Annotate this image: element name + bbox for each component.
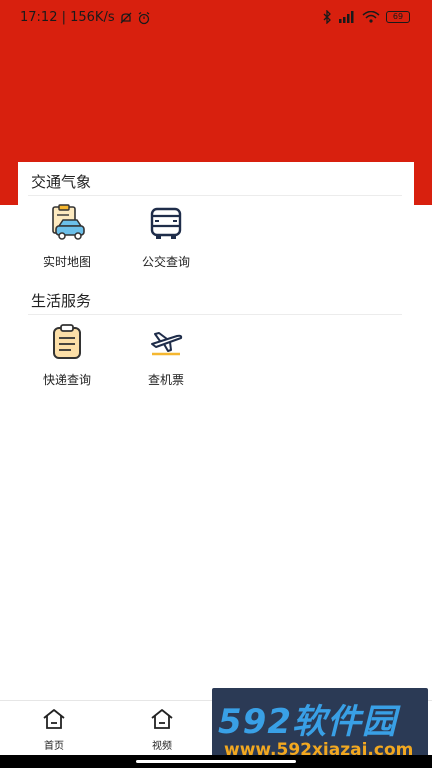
tile-express-query[interactable]: 快递查询 (22, 322, 112, 388)
nav-label: 视频 (152, 741, 172, 752)
section-title-traffic: 交通气象 (31, 173, 92, 191)
map-car-icon (52, 204, 85, 240)
clipboard-icon (53, 324, 81, 359)
airplane-icon (151, 332, 183, 356)
bus-icon (150, 207, 182, 239)
nav-label: 首页 (44, 741, 64, 752)
wifi-icon (362, 11, 380, 23)
home-icon (43, 709, 65, 729)
tile-label: 公交查询 (141, 255, 190, 269)
battery-indicator: 69 (386, 11, 410, 23)
tile-bus-query[interactable]: 公交查询 (121, 204, 211, 270)
section-title-life: 生活服务 (31, 292, 92, 310)
status-bar: 17:12 | 156K/s 69 (0, 0, 432, 34)
tile-label: 查机票 (147, 373, 184, 387)
nav-item-home[interactable]: 首页 (24, 707, 84, 752)
mute-icon (120, 12, 132, 23)
section-divider (28, 195, 402, 196)
status-right: 69 (322, 10, 410, 24)
watermark-logo: 592软件园 (218, 702, 397, 742)
tile-label: 实时地图 (42, 255, 91, 269)
signal-icon (339, 11, 354, 23)
bluetooth-icon (323, 10, 331, 24)
nav-item-video[interactable]: 视频 (132, 707, 192, 752)
section-divider (28, 314, 402, 315)
tile-flight-query[interactable]: 查机票 (121, 322, 211, 388)
tile-label: 快递查询 (42, 373, 91, 387)
status-time-speed: 17:12 | 156K/s (20, 10, 115, 25)
status-left: 17:12 | 156K/s (20, 10, 151, 25)
home-icon (151, 709, 173, 729)
home-indicator-bar[interactable] (136, 760, 296, 763)
tile-realtime-map[interactable]: 实时地图 (22, 204, 112, 270)
alarm-icon (138, 11, 149, 24)
home-indicator (0, 755, 432, 768)
